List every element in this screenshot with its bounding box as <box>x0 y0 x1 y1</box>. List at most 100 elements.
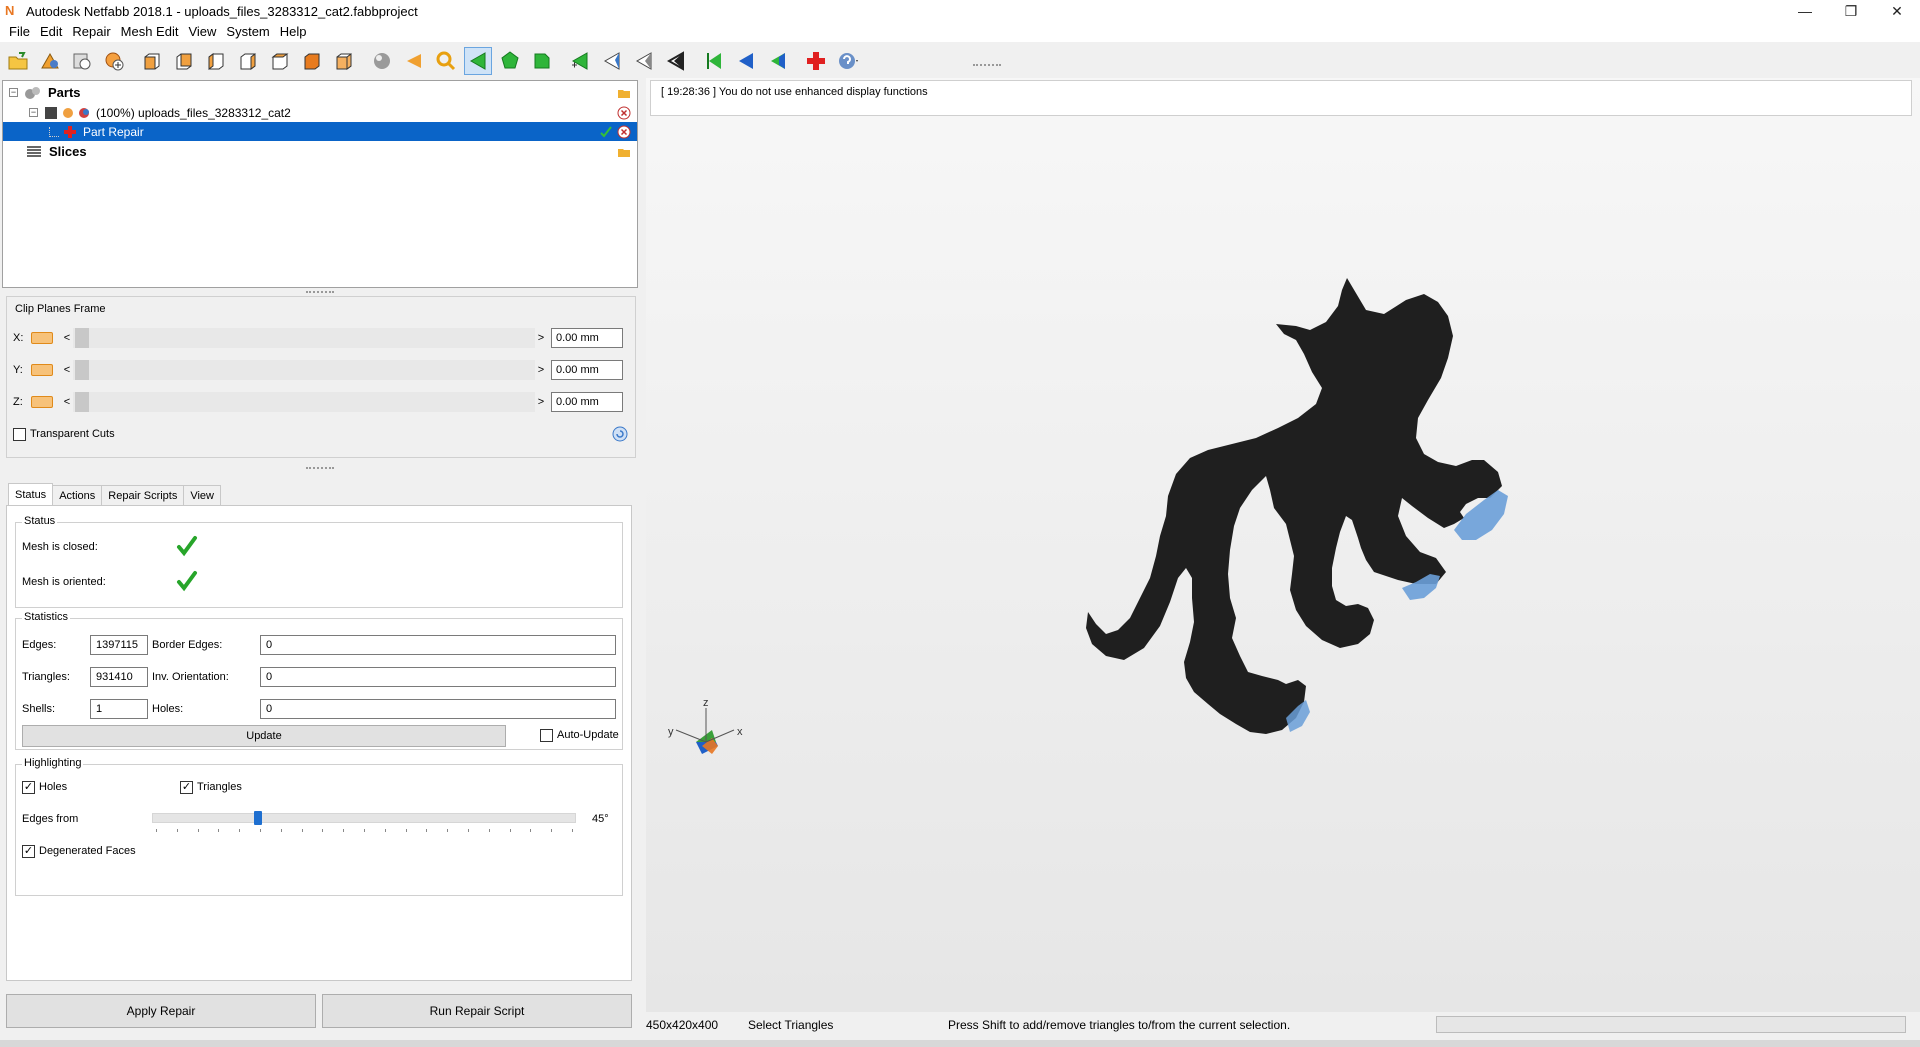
tab-actions[interactable]: Actions <box>52 485 103 505</box>
highlight-holes-checkbox[interactable]: ✓ <box>22 781 35 794</box>
menu-mesh-edit[interactable]: Mesh Edit <box>116 22 184 42</box>
edges-field[interactable]: 1397115 <box>90 635 148 655</box>
tab-repair-scripts[interactable]: Repair Scripts <box>101 485 185 505</box>
shift-left-icon[interactable] <box>700 47 728 75</box>
menu-system[interactable]: System <box>221 22 274 42</box>
clip-input-z[interactable]: 0.00 mm <box>551 392 623 412</box>
tree-item-part[interactable]: − (100%) uploads_files_3283312_cat2 <box>3 103 637 122</box>
run-repair-script-button[interactable]: Run Repair Script <box>322 994 632 1028</box>
select-surface-icon[interactable] <box>496 47 524 75</box>
triangles-field[interactable]: 931410 <box>90 667 148 687</box>
edges-from-slider[interactable] <box>152 813 576 823</box>
part-settings-icon[interactable] <box>68 47 96 75</box>
color-icon[interactable] <box>78 107 90 119</box>
inv-orientation-field[interactable]: 0 <box>260 667 616 687</box>
clip-input-x[interactable]: 0.00 mm <box>551 328 623 348</box>
minimize-button[interactable]: — <box>1782 0 1828 22</box>
shift-mixed-icon[interactable] <box>764 47 792 75</box>
close-button[interactable]: ✕ <box>1874 0 1920 22</box>
degenerated-faces-checkbox[interactable]: ✓ <box>22 845 35 858</box>
view-right-icon[interactable] <box>234 47 262 75</box>
clip-right-arrow[interactable]: > <box>535 332 547 344</box>
folder-icon[interactable] <box>617 145 631 159</box>
splitter-handle[interactable] <box>306 467 334 471</box>
slider-thumb[interactable] <box>75 360 89 380</box>
splitter-handle[interactable] <box>973 64 1001 68</box>
view-bottom-icon[interactable] <box>298 47 326 75</box>
menu-file[interactable]: File <box>4 22 35 42</box>
menu-view[interactable]: View <box>183 22 221 42</box>
slider-thumb[interactable] <box>75 392 89 412</box>
border-edges-field[interactable]: 0 <box>260 635 616 655</box>
menu-repair[interactable]: Repair <box>67 22 115 42</box>
view-top-icon[interactable] <box>266 47 294 75</box>
maximize-button[interactable]: ❐ <box>1828 0 1874 22</box>
clip-toggle-y[interactable] <box>31 364 53 376</box>
view-iso-icon[interactable] <box>330 47 358 75</box>
clip-left-arrow[interactable]: < <box>61 332 73 344</box>
apply-repair-button[interactable]: Apply Repair <box>6 994 316 1028</box>
holes-field[interactable]: 0 <box>260 699 616 719</box>
clip-right-arrow[interactable]: > <box>535 396 547 408</box>
shading-sphere-icon[interactable] <box>368 47 396 75</box>
clip-slider-y[interactable] <box>73 360 535 380</box>
apply-check-icon[interactable] <box>599 125 613 139</box>
splitter-handle[interactable] <box>306 291 334 295</box>
slider-tick <box>260 829 261 832</box>
menu-edit[interactable]: Edit <box>35 22 67 42</box>
clip-left-arrow[interactable]: < <box>61 364 73 376</box>
remove-triangle-icon[interactable] <box>630 47 658 75</box>
tree-item-part-repair[interactable]: Part Repair <box>3 122 637 141</box>
clip-toggle-x[interactable] <box>31 332 53 344</box>
tab-view[interactable]: View <box>183 485 221 505</box>
collapse-icon[interactable]: − <box>9 88 18 97</box>
select-triangles-icon[interactable] <box>464 47 492 75</box>
update-button[interactable]: Update <box>22 725 506 747</box>
zoom-icon[interactable] <box>432 47 460 75</box>
axis-gizmo: z y x <box>668 697 743 754</box>
tab-status[interactable]: Status <box>8 483 54 505</box>
slider-tick <box>156 829 157 832</box>
help-dropdown-icon[interactable] <box>834 47 862 75</box>
tree-item-parts[interactable]: − Parts <box>3 83 637 102</box>
auto-update-checkbox[interactable] <box>540 729 553 742</box>
clip-input-y[interactable]: 0.00 mm <box>551 360 623 380</box>
previous-icon[interactable] <box>400 47 428 75</box>
eye-icon[interactable] <box>62 107 74 119</box>
cancel-repair-icon[interactable] <box>617 125 631 139</box>
highlight-triangles-checkbox[interactable]: ✓ <box>180 781 193 794</box>
slider-thumb[interactable] <box>75 328 89 348</box>
menu-help[interactable]: Help <box>275 22 312 42</box>
view-left-icon[interactable] <box>202 47 230 75</box>
clip-slider-z[interactable] <box>73 392 535 412</box>
add-part-icon[interactable] <box>36 47 64 75</box>
slider-tick <box>197 829 199 832</box>
remove-part-icon[interactable] <box>617 106 631 120</box>
add-triangle-icon[interactable] <box>566 47 594 75</box>
delete-selection-icon[interactable] <box>662 47 690 75</box>
select-shell-icon[interactable] <box>528 47 556 75</box>
clip-left-arrow[interactable]: < <box>61 396 73 408</box>
3d-viewport[interactable]: [ 19:28:36 ] You do not use enhanced dis… <box>646 64 1920 1012</box>
reset-clip-icon[interactable] <box>611 425 629 443</box>
clip-row-z: Z: < > 0.00 mm <box>13 389 629 415</box>
view-front-icon[interactable] <box>138 47 166 75</box>
slider-tick <box>405 829 407 832</box>
tree-item-slices[interactable]: Slices <box>3 142 637 161</box>
clip-slider-x[interactable] <box>73 328 535 348</box>
repair-cross-icon[interactable] <box>802 47 830 75</box>
cat-model[interactable]: z y x <box>646 78 1920 1012</box>
open-project-icon[interactable] <box>4 47 32 75</box>
view-back-icon[interactable] <box>170 47 198 75</box>
add-item-icon[interactable] <box>100 47 128 75</box>
mesh-cube-icon <box>45 106 57 119</box>
shells-field[interactable]: 1 <box>90 699 148 719</box>
shift-blue-icon[interactable] <box>732 47 760 75</box>
collapse-icon[interactable]: − <box>29 108 38 117</box>
clip-toggle-z[interactable] <box>31 396 53 408</box>
fill-hole-icon[interactable] <box>598 47 626 75</box>
transparent-cuts-checkbox[interactable] <box>13 427 26 441</box>
clip-right-arrow[interactable]: > <box>535 364 547 376</box>
folder-icon[interactable] <box>617 86 631 100</box>
edges-from-slider-thumb[interactable] <box>254 811 262 825</box>
